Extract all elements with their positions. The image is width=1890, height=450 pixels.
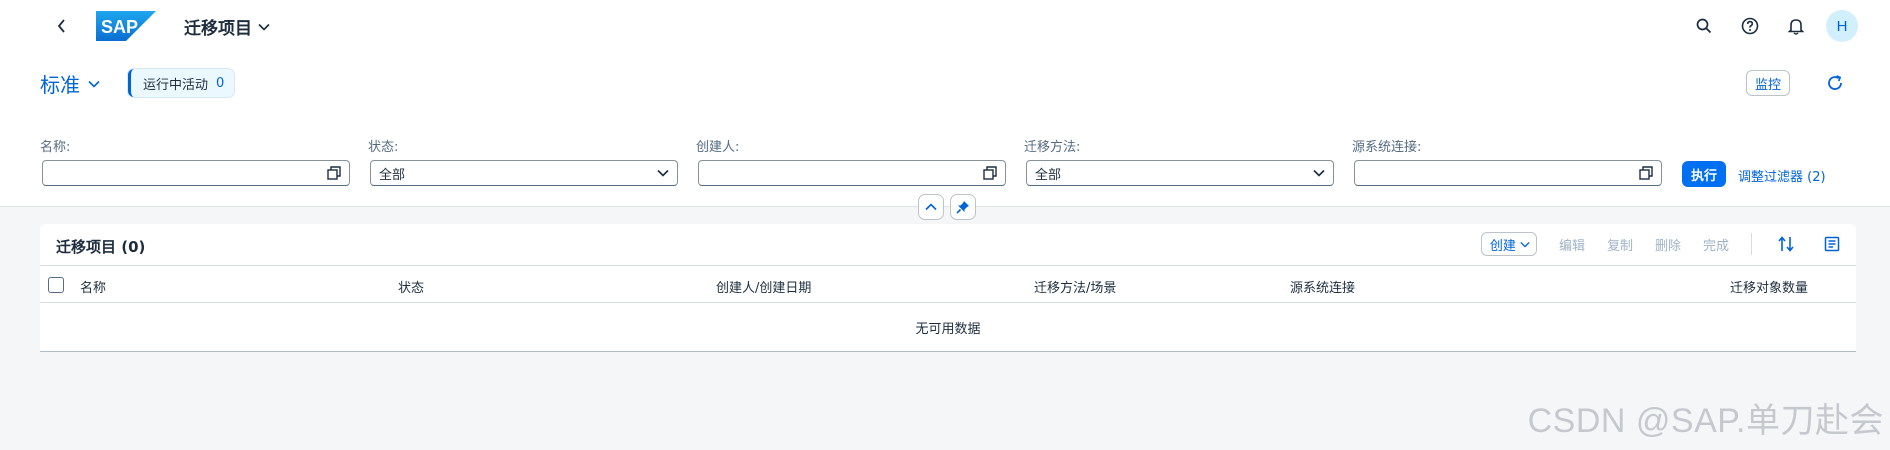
variant-management[interactable]: 标准 [40,69,100,98]
back-button[interactable] [50,14,74,38]
filter-source-connection: 源系统连接: [1352,136,1662,186]
header-controls [918,194,976,220]
filter-creator: 创建人: [696,136,1006,186]
active-runs-badge[interactable]: 运行中活动 0 [128,69,235,97]
status-select[interactable]: 全部 [370,160,678,186]
column-header-row: 名称 状态 创建人/创建日期 迁移方法/场景 源系统连接 迁移对象数量 [40,266,1856,303]
shell-bar: SAP 迁移项目 H [0,0,1890,52]
shell-actions: H [1688,10,1858,42]
column-header-name[interactable]: 名称 [80,277,106,296]
collapse-header-button[interactable] [918,194,944,220]
value-help-icon[interactable] [327,166,341,180]
complete-button[interactable]: 完成 [1703,235,1729,254]
pin-icon [956,201,969,214]
migration-method-select[interactable]: 全部 [1026,160,1334,186]
chevron-down-icon [1520,241,1530,248]
value-help-icon[interactable] [983,166,997,180]
bell-icon [1788,19,1804,35]
app-title: 迁移项目 [184,19,252,39]
filter-label-name: 名称: [40,140,71,155]
copy-button[interactable]: 复制 [1607,235,1633,254]
creator-input[interactable] [698,160,1006,186]
filter-label-migration-method: 迁移方法: [1024,140,1081,155]
migration-method-selected-value: 全部 [1035,167,1062,183]
app-title-menu[interactable]: 迁移项目 [184,14,270,39]
table-toolbar: 迁移项目 (0) 创建 编辑 复制 删除 完成 [40,224,1856,266]
notifications-button[interactable] [1780,10,1812,42]
toolbar-separator [1751,233,1752,255]
chevron-down-icon[interactable] [1313,169,1325,177]
search-icon [1696,18,1712,34]
edit-button[interactable]: 编辑 [1559,235,1585,254]
avatar[interactable]: H [1826,10,1858,42]
dynamic-page-header: 标准 运行中活动 0 监控 名称: 状态: 全部 创建人: 迁移方法: 全部 源… [0,52,1890,207]
monitor-button[interactable]: 监控 [1745,70,1790,96]
filter-label-source-connection: 源系统连接: [1352,140,1422,155]
column-header-method-scenario[interactable]: 迁移方法/场景 [1034,277,1116,296]
table-settings-button[interactable] [1820,232,1844,256]
help-button[interactable] [1734,10,1766,42]
variant-label: 标准 [40,73,80,97]
logo-text: SAP [101,17,138,37]
help-icon [1741,17,1759,35]
pin-header-button[interactable] [950,194,976,220]
create-button[interactable]: 创建 [1480,232,1537,256]
value-help-icon[interactable] [1639,166,1653,180]
adapt-filters-button[interactable]: 调整过滤器 (2) [1738,166,1826,185]
refresh-button[interactable] [1822,70,1848,96]
active-runs-count: 0 [216,75,225,91]
chevron-up-icon [925,203,937,211]
filter-label-status: 状态: [368,140,399,155]
delete-button[interactable]: 删除 [1655,235,1681,254]
sap-logo[interactable]: SAP [96,11,156,41]
migration-projects-table: 迁移项目 (0) 创建 编辑 复制 删除 完成 名称 状态 创建人/创建日期 迁… [40,224,1856,352]
chevron-left-icon [57,19,65,33]
sort-icon [1778,236,1794,252]
filter-label-creator: 创建人: [696,140,740,155]
table-actions: 创建 编辑 复制 删除 完成 [1480,232,1844,256]
go-button[interactable]: 执行 [1682,161,1727,187]
column-header-source-connection[interactable]: 源系统连接 [1290,277,1355,296]
select-all-checkbox[interactable] [48,277,64,293]
search-button[interactable] [1688,10,1720,42]
filter-name: 名称: [40,136,350,186]
filter-status: 状态: 全部 [368,136,678,186]
watermark: CSDN @SAP.单刀赴会 [1527,402,1884,440]
column-header-object-count[interactable]: 迁移对象数量 [1730,277,1808,296]
name-input[interactable] [42,160,350,186]
refresh-icon [1828,75,1842,90]
active-runs-label: 运行中活动 [143,77,209,93]
source-connection-input[interactable] [1354,160,1662,186]
filter-migration-method: 迁移方法: 全部 [1024,136,1334,186]
chevron-down-icon [258,23,270,31]
chevron-down-icon [88,80,100,88]
table-settings-icon [1824,236,1840,252]
no-data-text: 无可用数据 [915,321,981,337]
table-title: 迁移项目 (0) [56,238,146,256]
column-header-creator-date[interactable]: 创建人/创建日期 [716,277,811,296]
status-selected-value: 全部 [379,167,406,183]
column-header-status[interactable]: 状态 [398,277,424,296]
chevron-down-icon[interactable] [657,169,669,177]
sort-button[interactable] [1774,232,1798,256]
